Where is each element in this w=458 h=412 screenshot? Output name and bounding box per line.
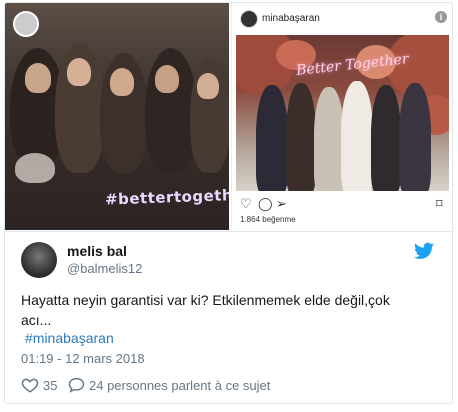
like-count[interactable]: 35 — [43, 378, 57, 393]
instagram-likes: 1.864 beğenme — [240, 215, 296, 224]
comment-icon[interactable]: ◯ — [258, 196, 273, 212]
tweet-text: Hayatta neyin garantisi var ki? Etkilenm… — [21, 292, 390, 328]
instagram-photo[interactable]: Better Together — [236, 35, 449, 191]
heart-icon[interactable]: ♡ — [240, 196, 252, 212]
story-hashtag: #bettertogether — [104, 185, 229, 209]
instagram-story-image[interactable]: #bettertogether — [5, 3, 229, 230]
instagram-action-bar: ♡ ◯ ➢ ⌑ — [232, 194, 452, 212]
share-icon[interactable]: ➢ — [276, 196, 287, 212]
instagram-username: minabaşaran — [262, 13, 320, 24]
timestamp-link[interactable]: 01:19 - 12 mars 2018 — [21, 351, 145, 366]
user-handle[interactable]: @balmelis12 — [67, 261, 142, 276]
tweet: melis bal @balmelis12 Hayatta neyin gara… — [5, 231, 452, 403]
avatar[interactable] — [21, 242, 57, 278]
tweet-media[interactable]: #bettertogether minabaşaran i Better Tog… — [5, 3, 452, 230]
bookmark-icon[interactable]: ⌑ — [436, 196, 443, 212]
instagram-post[interactable]: minabaşaran i Better Together ♡ ◯ ➢ ⌑ 1.… — [231, 3, 452, 230]
embedded-tweet-card: #bettertogether minabaşaran i Better Tog… — [4, 2, 453, 404]
info-icon: i — [435, 11, 447, 23]
twitter-bird-icon[interactable] — [414, 242, 434, 260]
heart-icon[interactable] — [21, 376, 39, 394]
display-name[interactable]: melis bal — [67, 243, 127, 259]
conversation-link[interactable]: 24 personnes parlent à ce sujet — [89, 378, 270, 393]
reply-bubble-icon[interactable] — [68, 376, 85, 394]
instagram-avatar — [240, 10, 258, 28]
instagram-post-header: minabaşaran i — [232, 3, 452, 33]
hashtag-link[interactable]: #minabaşaran — [25, 330, 114, 346]
story-avatar — [13, 11, 39, 37]
